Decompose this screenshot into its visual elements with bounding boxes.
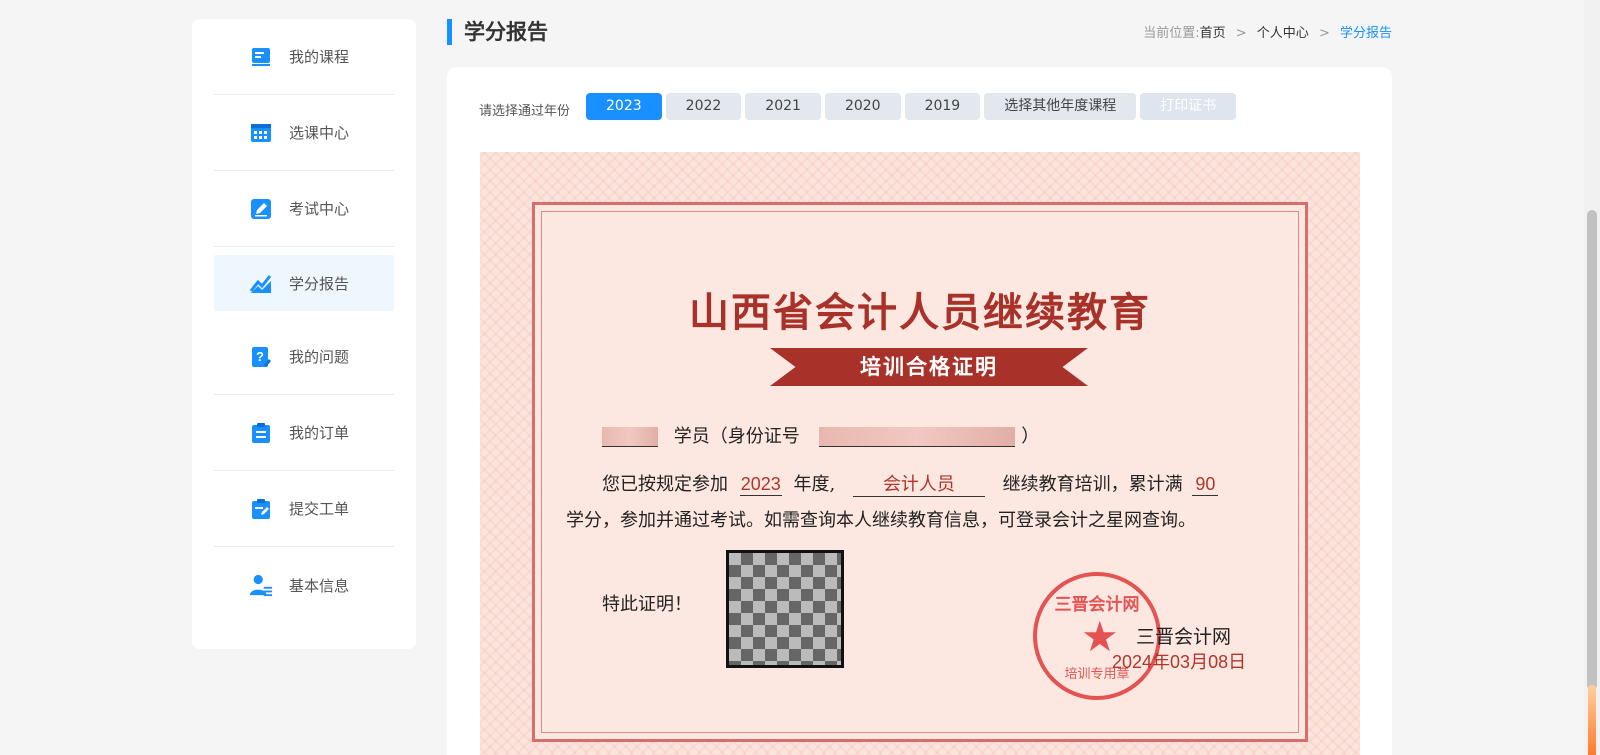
print-certificate-button[interactable]: 打印证书 xyxy=(1140,93,1237,120)
id-close: ） xyxy=(1021,426,1040,447)
sidebar-item-my-questions[interactable]: ? 我的问题 xyxy=(214,319,394,395)
clipboard-icon xyxy=(249,421,273,445)
sidebar-item-exam-center[interactable]: 考试中心 xyxy=(214,171,394,247)
sidebar-item-basic-info[interactable]: 基本信息 xyxy=(214,547,394,623)
question-icon: ? xyxy=(249,345,273,369)
breadcrumb: 当前位置:首页 > 个人中心 > 学分报告 xyxy=(1143,22,1392,41)
credits-line: 学分，参加并通过考试。如需查询本人继续教育信息，可登录会计之星网查询。 xyxy=(566,510,1196,531)
breadcrumb-separator: > xyxy=(1318,26,1330,41)
sidebar-item-label: 我的课程 xyxy=(289,48,350,66)
sidebar-item-my-courses[interactable]: 我的课程 xyxy=(214,19,394,95)
calendar-grid-icon xyxy=(249,121,273,145)
scroll-to-top-indicator xyxy=(1588,685,1596,755)
user-info-icon xyxy=(249,573,273,597)
svg-text:?: ? xyxy=(256,349,264,364)
certify-text: 特此证明！ xyxy=(602,594,692,615)
breadcrumb-current: 学分报告 xyxy=(1339,26,1392,41)
training-prefix: 您已按规定参加 xyxy=(602,474,728,495)
year-filter-label: 请选择通过年份 xyxy=(479,104,571,119)
breadcrumb-prefix: 当前位置: xyxy=(1143,26,1200,41)
year-button-2019[interactable]: 2019 xyxy=(904,93,981,120)
sidebar-item-label: 基本信息 xyxy=(289,576,350,595)
sidebar-item-label: 学分报告 xyxy=(289,274,350,293)
breadcrumb-separator: > xyxy=(1235,26,1247,41)
qr-code-redacted xyxy=(726,550,844,668)
page-scrollbar[interactable] xyxy=(1584,0,1600,755)
year-button-2021[interactable]: 2021 xyxy=(745,93,821,120)
sidebar-item-label: 我的订单 xyxy=(289,424,350,442)
year-filter: 请选择通过年份 2023 2022 2021 2020 2019 选择其他年度课… xyxy=(479,93,1240,120)
training-line: 您已按规定参加 2023 年度, 会计人员 继续教育培训，累计满 90 xyxy=(602,470,1219,497)
chart-trend-icon xyxy=(249,271,273,295)
sidebar-item-submit-ticket[interactable]: 提交工单 xyxy=(214,471,394,547)
other-years-button[interactable]: 选择其他年度课程 xyxy=(984,93,1137,120)
page-title: 学分报告 xyxy=(447,19,548,45)
training-year-suffix: 年度, xyxy=(793,474,836,495)
sidebar: 我的课程 选课中心 考试中心 学分报告 ? 我的问题 我的订单 提交工单 基本信… xyxy=(192,19,416,649)
issuer-name: 三晋会计网 xyxy=(1136,626,1232,648)
breadcrumb-home[interactable]: 首页 xyxy=(1200,26,1226,41)
year-button-2020[interactable]: 2020 xyxy=(824,93,901,120)
ticket-edit-icon xyxy=(249,497,273,521)
student-name-redacted xyxy=(602,427,658,447)
sidebar-item-label: 选课中心 xyxy=(289,124,350,142)
sidebar-item-label: 我的问题 xyxy=(289,348,350,366)
certificate-subtitle-ribbon: 培训合格证明 xyxy=(770,348,1088,386)
training-mid: 继续教育培训，累计满 xyxy=(1002,474,1183,495)
student-line: 学员（身份证号 ） xyxy=(602,422,1039,448)
id-number-redacted xyxy=(819,427,1016,447)
sidebar-item-my-orders[interactable]: 我的订单 xyxy=(214,395,394,471)
certificate-title: 山西省会计人员继续教育 xyxy=(689,289,1151,336)
student-label: 学员（身份证号 xyxy=(673,426,800,447)
sidebar-item-label: 提交工单 xyxy=(289,500,350,518)
training-year: 2023 xyxy=(739,474,782,496)
sidebar-item-label: 考试中心 xyxy=(289,200,350,218)
sidebar-item-credit-report[interactable]: 学分报告 xyxy=(214,255,394,311)
year-button-2023[interactable]: 2023 xyxy=(586,93,662,120)
main-panel: 请选择通过年份 2023 2022 2021 2020 2019 选择其他年度课… xyxy=(447,67,1392,755)
certificate: 山西省会计人员继续教育 培训合格证明 学员（身份证号 ） 您已按规定参加 202… xyxy=(480,152,1360,755)
breadcrumb-personal-center[interactable]: 个人中心 xyxy=(1257,26,1309,41)
sidebar-item-course-center[interactable]: 选课中心 xyxy=(214,95,394,171)
scrollbar-thumb[interactable] xyxy=(1587,210,1597,690)
pen-edit-icon xyxy=(249,197,273,221)
training-credits: 90 xyxy=(1192,474,1219,496)
year-button-2022[interactable]: 2022 xyxy=(665,93,742,120)
training-category: 会计人员 xyxy=(852,470,985,497)
issue-date: 2024年03月08日 xyxy=(1112,652,1247,672)
book-icon xyxy=(249,45,273,69)
